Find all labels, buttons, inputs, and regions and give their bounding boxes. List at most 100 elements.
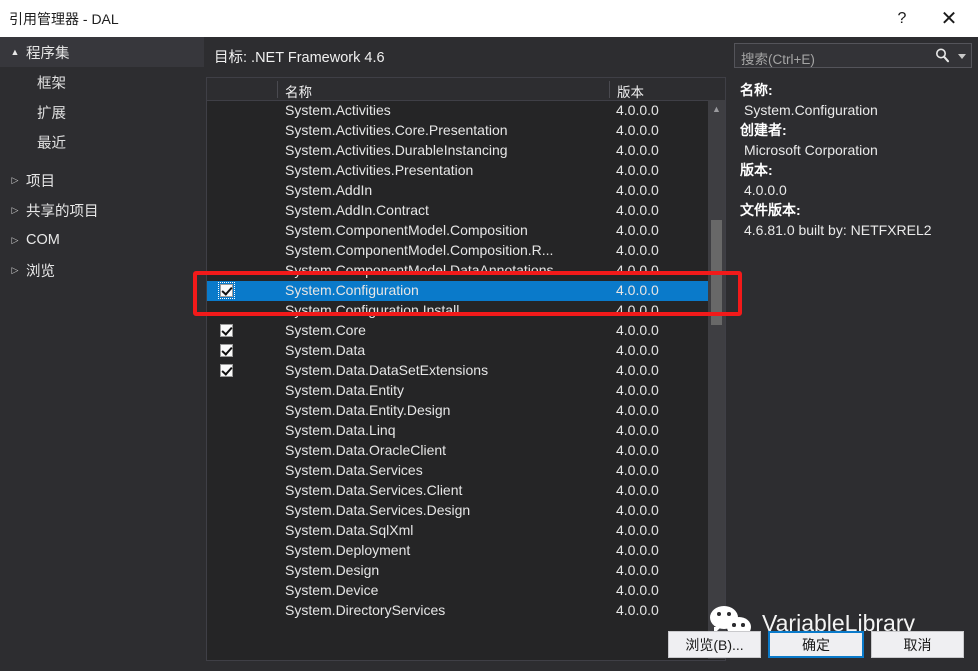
assembly-version: 4.0.0.0	[616, 122, 659, 138]
chevron-right-icon: ▷	[11, 264, 19, 275]
assembly-list-pane: 目标: .NET Framework 4.6 名称 版本 System.Acti…	[204, 37, 728, 671]
cancel-button[interactable]: 取消	[871, 631, 964, 658]
scrollbar-thumb[interactable]	[711, 220, 722, 325]
row-checkbox[interactable]	[220, 364, 233, 377]
table-row[interactable]: System.Activities.Presentation 4.0.0.0	[207, 161, 725, 181]
table-row[interactable]: System.Activities.Core.Presentation 4.0.0…	[207, 121, 725, 141]
assembly-name: System.Activities.DurableInstancing	[285, 142, 508, 158]
assembly-version: 4.0.0.0	[616, 602, 659, 618]
assembly-name: System.ComponentModel.Composition.R...	[285, 242, 554, 258]
assembly-version: 4.0.0.0	[616, 422, 659, 438]
assembly-version: 4.0.0.0	[616, 542, 659, 558]
scroll-up-arrow-icon[interactable]: ▲	[708, 100, 725, 117]
sidebar-item-label: 项目	[26, 173, 55, 190]
sidebar-item-label: 浏览	[26, 263, 55, 280]
detail-value: 4.6.81.0 built by: NETFXREL2	[744, 222, 932, 238]
assembly-details: 名称: System.Configuration 创建者: Microsoft Cor…	[740, 81, 976, 241]
chevron-down-icon[interactable]	[958, 54, 966, 59]
sidebar-item-label: 框架	[37, 75, 66, 92]
column-header-version[interactable]: 版本	[609, 81, 644, 100]
sidebar-item-projects[interactable]: ▷ 项目	[0, 165, 204, 195]
assembly-name: System.Data.Linq	[285, 422, 396, 438]
sidebar-item-label: COM	[26, 232, 60, 248]
detail-key: 创建者:	[740, 122, 787, 138]
sidebar-item-recent[interactable]: 最近	[0, 127, 204, 157]
sidebar-item-assemblies[interactable]: ▲ 程序集	[0, 37, 204, 67]
assembly-name: System.Data	[285, 342, 366, 358]
sidebar-item-label: 程序集	[26, 45, 70, 62]
assembly-name: System.Data.Services.Design	[285, 502, 471, 518]
ok-button[interactable]: 确定	[768, 631, 864, 658]
chevron-right-icon: ▷	[11, 234, 19, 245]
target-framework-label: 目标: .NET Framework 4.6	[214, 50, 385, 66]
table-row[interactable]: System.Configuration.Install 4.0.0.0	[207, 301, 725, 321]
row-checkbox[interactable]	[220, 344, 233, 357]
assembly-name: System.Data.Services.Client	[285, 482, 463, 498]
table-row[interactable]: System.Activities.DurableInstancing 4.0.0…	[207, 141, 725, 161]
table-row[interactable]: System.Data.Entity.Design 4.0.0.0	[207, 401, 725, 421]
table-row[interactable]: System.Device 4.0.0.0	[207, 581, 725, 601]
details-pane: 搜索(Ctrl+E) 名称: System.Configuration 创建者: Mi…	[728, 37, 978, 671]
chevron-down-icon: ▲	[10, 47, 20, 57]
table-row[interactable]: System.Data.DataSetExtensions 4.0.0.0	[207, 361, 725, 381]
footer: 浏览(B)... 确定 取消	[0, 625, 978, 671]
assembly-version: 4.0.0.0	[616, 402, 659, 418]
table-row[interactable]: System.Data.Services.Client 4.0.0.0	[207, 481, 725, 501]
assembly-version: 4.0.0.0	[616, 242, 659, 258]
table-row[interactable]: System.Data 4.0.0.0	[207, 341, 725, 361]
search-input[interactable]: 搜索(Ctrl+E)	[741, 48, 815, 68]
table-row[interactable]: System.Design 4.0.0.0	[207, 561, 725, 581]
table-row[interactable]: System.Data.OracleClient 4.0.0.0	[207, 441, 725, 461]
table-row[interactable]: System.Data.Services 4.0.0.0	[207, 461, 725, 481]
table-row[interactable]: System.Data.Linq 4.0.0.0	[207, 421, 725, 441]
assembly-version: 4.0.0.0	[616, 182, 659, 198]
assembly-name: System.Data.OracleClient	[285, 442, 447, 458]
table-row[interactable]: System.Core 4.0.0.0	[207, 321, 725, 341]
table-row[interactable]: System.ComponentModel.Composition 4.0.0.0	[207, 221, 725, 241]
assembly-name: System.Data.SqlXml	[285, 522, 414, 538]
sidebar-item-label: 共享的项目	[26, 203, 99, 220]
detail-key: 版本:	[740, 162, 773, 178]
table-row[interactable]: System.AddIn 4.0.0.0	[207, 181, 725, 201]
column-header-name[interactable]: 名称	[277, 81, 312, 100]
table-row[interactable]: System.Deployment 4.0.0.0	[207, 541, 725, 561]
assembly-name: System.DirectoryServices	[285, 602, 446, 618]
assembly-name: System.ComponentModel.Composition	[285, 222, 528, 238]
assembly-name: System.Data.Services	[285, 462, 423, 478]
assembly-version: 4.0.0.0	[616, 462, 659, 478]
row-checkbox[interactable]	[218, 282, 235, 299]
search-box[interactable]: 搜索(Ctrl+E)	[734, 43, 972, 68]
table-row[interactable]: System.Data.Services.Design 4.0.0.0	[207, 501, 725, 521]
close-button[interactable]: ✕	[926, 0, 972, 37]
table-row[interactable]: System.DirectoryServices 4.0.0.0	[207, 601, 725, 621]
browse-button[interactable]: 浏览(B)...	[668, 631, 761, 658]
assembly-version: 4.0.0.0	[616, 482, 659, 498]
assembly-version: 4.0.0.0	[616, 102, 659, 118]
table-row[interactable]: System.Data.SqlXml 4.0.0.0	[207, 521, 725, 541]
table-row[interactable]: System.Activities 4.0.0.0	[207, 101, 725, 121]
sidebar-item-browse[interactable]: ▷ 浏览	[0, 255, 204, 285]
table-row[interactable]: System.ComponentModel.DataAnnotations 4.0…	[207, 261, 725, 281]
detail-key: 文件版本:	[740, 202, 801, 218]
assembly-version: 4.0.0.0	[616, 202, 659, 218]
search-icon	[936, 48, 950, 63]
table-row[interactable]: System.AddIn.Contract 4.0.0.0	[207, 201, 725, 221]
help-button[interactable]: ?	[879, 0, 925, 37]
table-row[interactable]: System.ComponentModel.Composition.R... 4.…	[207, 241, 725, 261]
table-row[interactable]: System.Configuration 4.0.0.0	[207, 281, 725, 301]
assembly-name: System.Design	[285, 562, 380, 578]
row-checkbox[interactable]	[220, 324, 233, 337]
sidebar: ▲ 程序集 框架 扩展 最近 ▷ 项目 ▷ 共享的项目 ▷ COM ▷ 浏览	[0, 37, 204, 671]
reference-manager-dialog: 引用管理器 - DAL ? ✕ ▲ 程序集 框架 扩展 最近 ▷ 项目 ▷ 共享…	[0, 0, 978, 671]
vertical-scrollbar[interactable]: ▲ ▼	[708, 100, 725, 659]
sidebar-item-extensions[interactable]: 扩展	[0, 97, 204, 127]
sidebar-item-com[interactable]: ▷ COM	[0, 225, 204, 255]
sidebar-item-framework[interactable]: 框架	[0, 67, 204, 97]
detail-value: System.Configuration	[744, 102, 878, 118]
table-row[interactable]: System.Data.Entity 4.0.0.0	[207, 381, 725, 401]
assembly-name: System.Configuration.Install	[285, 302, 460, 318]
assembly-version: 4.0.0.0	[616, 302, 659, 318]
assembly-name: System.Configuration	[285, 282, 419, 298]
sidebar-item-shared-projects[interactable]: ▷ 共享的项目	[0, 195, 204, 225]
